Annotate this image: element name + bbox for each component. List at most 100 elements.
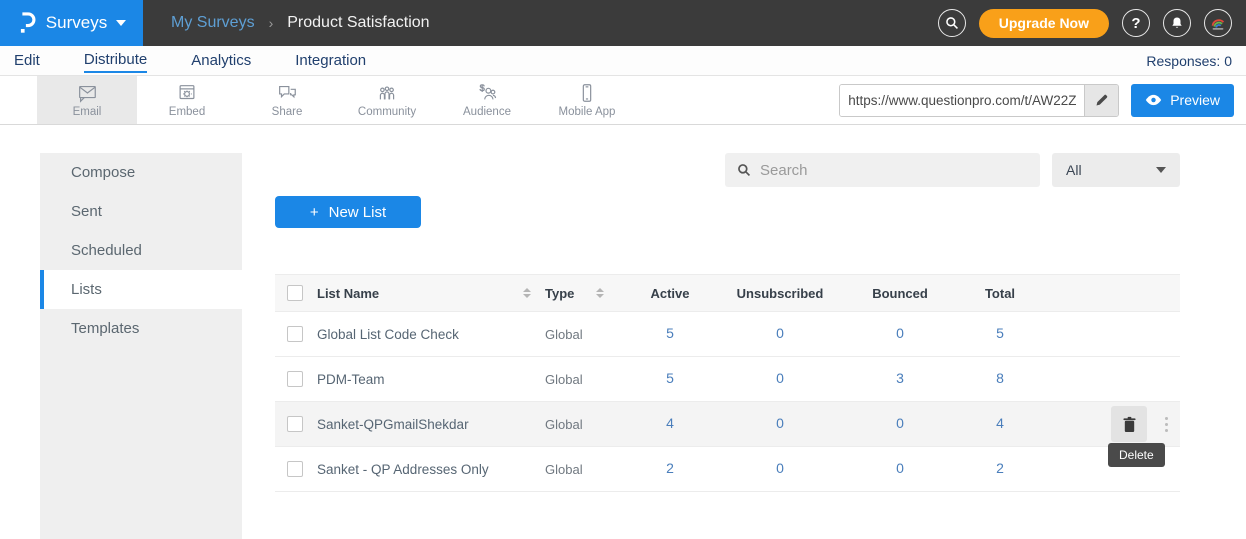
column-header-type[interactable]: Type [545, 286, 574, 301]
row-checkbox[interactable] [287, 371, 303, 387]
account-dashboard-button[interactable] [1204, 9, 1232, 37]
sort-icon[interactable] [596, 288, 604, 298]
breadcrumb-separator: › [269, 15, 274, 31]
unsubscribed-count[interactable]: 0 [776, 415, 784, 431]
sidebar-item-templates[interactable]: Templates [40, 309, 242, 348]
active-count[interactable]: 4 [666, 415, 674, 431]
delete-tooltip: Delete [1108, 443, 1165, 467]
list-type: Global [545, 327, 583, 342]
column-header-unsubscribed: Unsubscribed [715, 286, 845, 301]
row-checkbox[interactable] [287, 416, 303, 432]
table-row: PDM-Team Global 5 0 3 8 [275, 357, 1180, 402]
channel-mobile-app[interactable]: Mobile App [537, 76, 637, 124]
select-all-checkbox[interactable] [287, 285, 303, 301]
chevron-down-icon [1156, 167, 1166, 173]
embed-window-gear-icon [175, 82, 199, 104]
channel-community[interactable]: Community [337, 76, 437, 124]
upgrade-now-button[interactable]: Upgrade Now [979, 9, 1109, 38]
questionpro-logo-icon [17, 11, 37, 35]
column-header-total: Total [955, 286, 1045, 301]
edit-url-button[interactable] [1084, 85, 1118, 116]
tab-integration[interactable]: Integration [295, 49, 366, 72]
list-name-link[interactable]: Sanket-QPGmailShekdar [317, 417, 469, 432]
column-header-list-name[interactable]: List Name [317, 286, 379, 301]
breadcrumb-current-survey: Product Satisfaction [287, 14, 429, 32]
list-search-box [725, 153, 1040, 187]
list-search-input[interactable] [760, 162, 1028, 179]
trash-icon [1122, 416, 1137, 433]
total-count[interactable]: 2 [996, 460, 1004, 476]
audience-dollar-people-icon: $ [475, 82, 499, 104]
survey-section-nav: Edit Distribute Analytics Integration Re… [0, 46, 1246, 76]
help-button[interactable]: ? [1122, 9, 1150, 37]
sidebar-item-scheduled[interactable]: Scheduled [40, 231, 242, 270]
row-checkbox[interactable] [287, 326, 303, 342]
delete-list-button[interactable] [1111, 406, 1147, 442]
question-mark-icon: ? [1131, 15, 1140, 32]
active-count[interactable]: 5 [666, 325, 674, 341]
email-sidebar: Compose Sent Scheduled Lists Templates [40, 153, 242, 539]
responses-count: Responses: 0 [1146, 53, 1232, 69]
unsubscribed-count[interactable]: 0 [776, 460, 784, 476]
new-list-button[interactable]: + New List [275, 196, 421, 228]
unsubscribed-count[interactable]: 0 [776, 370, 784, 386]
app-window: Surveys My Surveys › Product Satisfactio… [0, 0, 1246, 539]
active-count[interactable]: 2 [666, 460, 674, 476]
survey-url-input[interactable] [840, 85, 1084, 116]
bell-icon [1170, 16, 1184, 30]
table-row: Sanket-QPGmailShekdar Global 4 0 0 4 [275, 402, 1180, 447]
survey-url-box [839, 84, 1119, 117]
sidebar-item-compose[interactable]: Compose [40, 153, 242, 192]
sidebar-item-lists[interactable]: Lists [40, 270, 242, 309]
channel-email[interactable]: Email [37, 76, 137, 124]
row-more-options-button[interactable] [1161, 413, 1172, 436]
channel-audience[interactable]: $ Audience [437, 76, 537, 124]
list-type-filter-dropdown[interactable]: All [1052, 153, 1180, 187]
mobile-phone-icon [575, 82, 599, 104]
table-header-row: List Name Type Active Unsubscribed Bounc… [275, 274, 1180, 312]
email-envelope-icon [75, 82, 99, 104]
chevron-down-icon [116, 20, 126, 26]
row-actions: Delete [1045, 402, 1180, 446]
pencil-icon [1094, 93, 1109, 108]
column-header-bounced: Bounced [845, 286, 955, 301]
sort-icon[interactable] [523, 288, 531, 298]
sidebar-item-sent[interactable]: Sent [40, 192, 242, 231]
row-checkbox[interactable] [287, 461, 303, 477]
top-header-bar: Surveys My Surveys › Product Satisfactio… [0, 0, 1246, 46]
total-count[interactable]: 5 [996, 325, 1004, 341]
list-filter-row: All [275, 153, 1180, 187]
search-icon [945, 16, 959, 30]
list-name-link[interactable]: PDM-Team [317, 372, 385, 387]
list-name-link[interactable]: Sanket - QP Addresses Only [317, 462, 489, 477]
list-name-link[interactable]: Global List Code Check [317, 327, 459, 342]
global-search-button[interactable] [938, 9, 966, 37]
preview-button[interactable]: Preview [1131, 84, 1234, 117]
tab-edit[interactable]: Edit [14, 49, 40, 72]
notifications-button[interactable] [1163, 9, 1191, 37]
total-count[interactable]: 4 [996, 415, 1004, 431]
total-count[interactable]: 8 [996, 370, 1004, 386]
active-count[interactable]: 5 [666, 370, 674, 386]
channel-tabs: Email Embed Share [37, 76, 637, 124]
table-row: Sanket - QP Addresses Only Global 2 0 0 … [275, 447, 1180, 492]
list-type: Global [545, 462, 583, 477]
channel-share[interactable]: Share [237, 76, 337, 124]
search-icon [737, 163, 751, 177]
tab-distribute[interactable]: Distribute [84, 48, 147, 73]
bounced-count[interactable]: 0 [896, 460, 904, 476]
header-actions: Upgrade Now ? [938, 0, 1246, 46]
community-people-icon [375, 82, 399, 104]
product-label: Surveys [46, 13, 107, 33]
bounced-count[interactable]: 0 [896, 415, 904, 431]
tab-analytics[interactable]: Analytics [191, 49, 251, 72]
bounced-count[interactable]: 3 [896, 370, 904, 386]
unsubscribed-count[interactable]: 0 [776, 325, 784, 341]
breadcrumb-my-surveys[interactable]: My Surveys [171, 14, 255, 32]
surveys-product-menu[interactable]: Surveys [0, 0, 143, 46]
eye-icon [1145, 94, 1162, 106]
channel-embed[interactable]: Embed [137, 76, 237, 124]
distribute-toolbar: Email Embed Share [0, 76, 1246, 125]
bounced-count[interactable]: 0 [896, 325, 904, 341]
column-header-active: Active [625, 286, 715, 301]
